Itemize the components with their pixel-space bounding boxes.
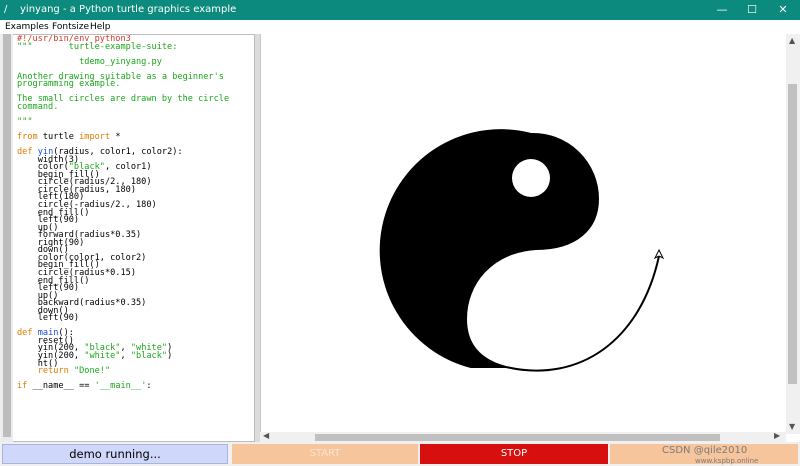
scroll-down-arrow-icon[interactable]: ▼ — [789, 422, 795, 431]
code-token: if — [17, 381, 28, 392]
menu-help[interactable]: Help — [90, 20, 111, 34]
code-token: turtle — [37, 132, 80, 143]
code-token: * — [110, 132, 121, 143]
code-token: """ turtle-example-suite: — [17, 41, 178, 52]
code-editor[interactable]: #!/usr/bin/env python3 """ turtle-example… — [2, 34, 255, 442]
code-token: tdemo_yinyang.py — [17, 56, 162, 67]
code-line: """ turtle-example-suite: — [17, 41, 229, 52]
code-line: tdemo_yinyang.py — [17, 56, 229, 67]
editor-scrollbar-thumb[interactable] — [3, 34, 11, 437]
code-token: left(90) — [17, 313, 80, 324]
menu-fontsize[interactable]: Fontsize — [52, 20, 89, 34]
code-token: '__main__' — [94, 381, 147, 392]
canvas-vertical-scrollbar[interactable]: ▲ ▼ — [786, 34, 800, 434]
code-token: "white" — [84, 350, 121, 361]
stop-button[interactable]: STOP — [420, 444, 608, 464]
status-label: demo running... — [2, 444, 228, 464]
canvas-horizontal-scrollbar[interactable]: ◀ ▶ — [260, 431, 786, 442]
menu-bar: Examples Fontsize Help — [0, 20, 800, 34]
code-text[interactable]: #!/usr/bin/env python3 """ turtle-example… — [17, 35, 229, 392]
watermark-text: CSDN @qile2010 — [662, 445, 748, 456]
yinyang-drawing — [379, 129, 665, 372]
yin-black-half — [379, 129, 600, 368]
code-line: programming example. — [17, 79, 229, 90]
scroll-left-arrow-icon[interactable]: ◀ — [263, 431, 269, 440]
code-token: ) — [167, 350, 173, 361]
code-token: """ — [17, 117, 33, 128]
code-token: , color1) — [104, 162, 152, 173]
app-window: / yinyang - a Python turtle graphics exa… — [0, 0, 800, 466]
feather-icon: / — [4, 4, 8, 15]
code-token: : — [146, 381, 152, 392]
code-token: return — [37, 366, 69, 377]
close-button[interactable]: ✕ — [768, 0, 798, 20]
code-line: if __name__ == '__main__': — [17, 381, 229, 392]
code-token: command. — [17, 101, 59, 112]
small-white-circle — [512, 159, 550, 197]
editor-scrollbar[interactable] — [1, 34, 13, 442]
minimize-button[interactable]: — — [707, 0, 737, 20]
yang-outline-arc — [505, 255, 660, 372]
code-line: from turtle import * — [17, 132, 229, 143]
code-token: , — [120, 350, 131, 361]
code-token: __name__ == — [27, 381, 95, 392]
code-token: from — [17, 132, 38, 143]
code-token: "Done!" — [73, 366, 111, 377]
menu-examples[interactable]: Examples — [5, 20, 49, 34]
code-line: command. — [17, 101, 229, 112]
maximize-button[interactable]: ☐ — [737, 0, 767, 20]
code-token: programming example. — [17, 79, 121, 90]
title-bar: / yinyang - a Python turtle graphics exa… — [0, 0, 800, 20]
window-title: yinyang - a Python turtle graphics examp… — [20, 4, 237, 15]
watermark-url: www.kspbp.online — [695, 457, 759, 465]
code-token: "black" — [130, 350, 168, 361]
canvas-vscroll-thumb[interactable] — [788, 84, 797, 384]
canvas-hscroll-thumb[interactable] — [315, 434, 720, 441]
code-line: return "Done!" — [17, 366, 229, 377]
code-line: """ — [17, 117, 229, 128]
code-line: left(90) — [17, 313, 229, 324]
code-token: import — [79, 132, 111, 143]
scroll-up-arrow-icon[interactable]: ▲ — [789, 36, 795, 45]
start-button[interactable]: START — [232, 444, 418, 464]
scroll-right-arrow-icon[interactable]: ▶ — [774, 431, 780, 440]
